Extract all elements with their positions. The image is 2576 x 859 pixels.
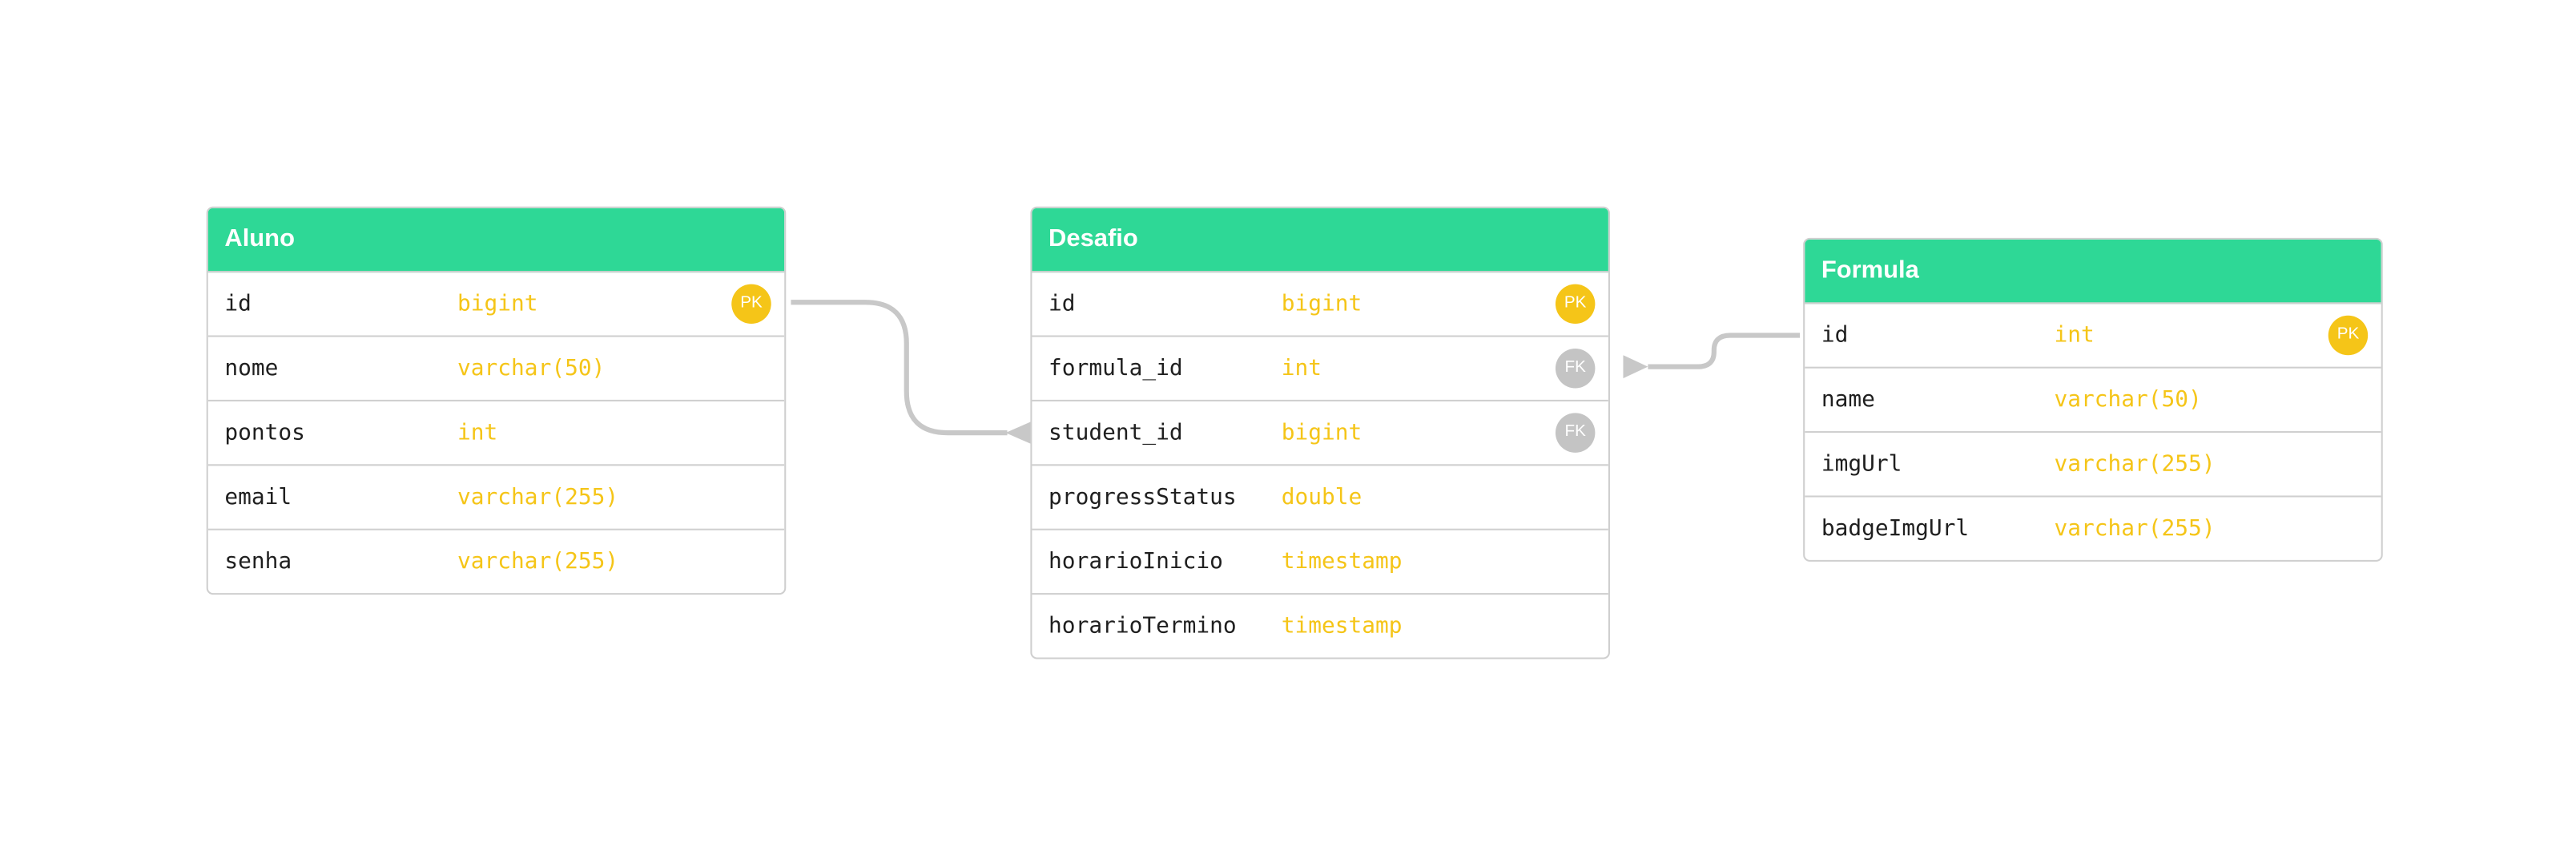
column-type: int bbox=[2054, 321, 2095, 349]
column-name: id bbox=[1049, 290, 1076, 317]
relation-formula-desafio-line bbox=[1648, 333, 1801, 369]
column-name: name bbox=[1821, 386, 1875, 413]
column-name: id bbox=[1821, 321, 1849, 349]
column-name: senha bbox=[224, 548, 292, 575]
column-type: timestamp bbox=[1281, 548, 1403, 575]
table-row[interactable]: name varchar(50) bbox=[1805, 369, 2381, 434]
table-row[interactable]: pontos int bbox=[207, 401, 785, 466]
primary-key-badge: PK bbox=[731, 284, 771, 325]
primary-key-badge: PK bbox=[1555, 284, 1596, 325]
table-desafio[interactable]: Desafio id bigint PK formula_id int FK s… bbox=[1030, 206, 1610, 659]
table-title: Aluno bbox=[207, 208, 785, 273]
column-type: bigint bbox=[457, 290, 538, 317]
column-name: progressStatus bbox=[1049, 484, 1237, 511]
column-type: int bbox=[457, 419, 498, 446]
column-name: imgUrl bbox=[1821, 450, 1902, 478]
table-row[interactable]: id bigint PK bbox=[207, 272, 785, 337]
table-row[interactable]: horarioInicio timestamp bbox=[1032, 530, 1608, 595]
table-row[interactable]: senha varchar(255) bbox=[208, 530, 784, 593]
table-aluno[interactable]: Aluno id bigint PK nome varchar(50) pont… bbox=[206, 206, 787, 595]
foreign-key-badge: FK bbox=[1555, 348, 1596, 389]
column-type: timestamp bbox=[1281, 612, 1403, 639]
relation-aluno-desafio-line bbox=[791, 300, 1008, 436]
table-row[interactable]: email varchar(255) bbox=[207, 466, 785, 530]
table-row[interactable]: badgeImgUrl varchar(255) bbox=[1805, 498, 2381, 560]
column-name: formula_id bbox=[1049, 355, 1183, 382]
column-type: varchar(255) bbox=[2054, 450, 2216, 478]
table-formula[interactable]: Formula id int PK name varchar(50) imgUr… bbox=[1803, 237, 2383, 562]
relation-aluno-desafio-arrow bbox=[1005, 421, 1032, 445]
column-name: horarioTermino bbox=[1049, 612, 1237, 639]
column-type: int bbox=[1281, 355, 1322, 382]
primary-key-badge: PK bbox=[2328, 315, 2369, 356]
er-diagram-canvas: Aluno id bigint PK nome varchar(50) pont… bbox=[0, 0, 2576, 859]
column-name: nome bbox=[224, 355, 279, 382]
column-type: varchar(50) bbox=[2054, 386, 2202, 413]
table-title: Desafio bbox=[1032, 208, 1608, 273]
table-row[interactable]: horarioTermino timestamp bbox=[1032, 595, 1608, 657]
table-row[interactable]: id bigint PK bbox=[1032, 272, 1608, 337]
table-title: Formula bbox=[1805, 239, 2381, 304]
table-row[interactable]: formula_id int FK bbox=[1032, 337, 1608, 401]
table-row[interactable]: imgUrl varchar(255) bbox=[1805, 433, 2381, 498]
column-type: varchar(255) bbox=[457, 548, 619, 575]
column-name: horarioInicio bbox=[1049, 548, 1223, 575]
column-type: double bbox=[1281, 484, 1362, 511]
column-type: varchar(255) bbox=[2054, 515, 2216, 542]
column-type: bigint bbox=[1281, 290, 1362, 317]
relation-formula-desafio-arrow bbox=[1623, 355, 1648, 379]
table-row[interactable]: progressStatus double bbox=[1032, 466, 1608, 530]
column-name: badgeImgUrl bbox=[1821, 515, 1970, 542]
column-type: bigint bbox=[1281, 419, 1362, 446]
column-name: email bbox=[224, 484, 292, 511]
table-row[interactable]: id int PK bbox=[1805, 304, 2381, 369]
foreign-key-badge: FK bbox=[1555, 413, 1596, 453]
column-name: student_id bbox=[1049, 419, 1183, 446]
column-name: pontos bbox=[224, 419, 305, 446]
table-row[interactable]: student_id bigint FK bbox=[1032, 401, 1608, 466]
column-type: varchar(50) bbox=[457, 355, 606, 382]
column-name: id bbox=[224, 290, 252, 317]
column-type: varchar(255) bbox=[457, 484, 619, 511]
table-row[interactable]: nome varchar(50) bbox=[207, 337, 785, 401]
